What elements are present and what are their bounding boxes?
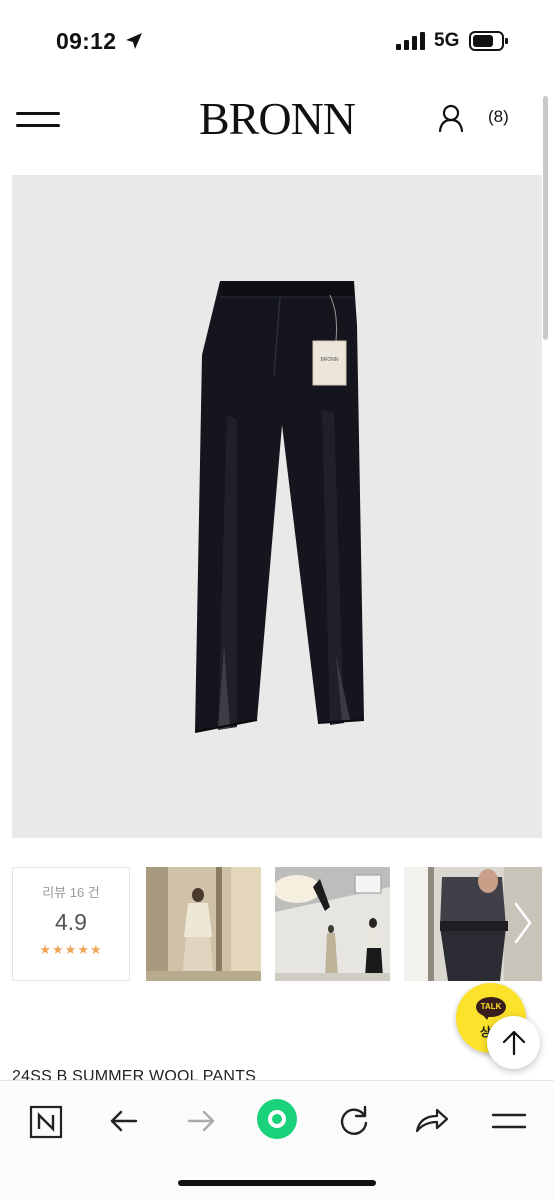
location-arrow-icon	[126, 33, 142, 49]
back-arrow-icon[interactable]	[104, 1101, 144, 1141]
product-main-image[interactable]: BRONN	[12, 175, 542, 838]
home-indicator[interactable]	[178, 1180, 376, 1186]
page-scrollbar[interactable]	[543, 96, 548, 340]
price-tag-label: BRONN	[320, 357, 338, 363]
arrow-up-icon	[502, 1030, 526, 1056]
chevron-right-icon[interactable]	[510, 900, 536, 946]
talk-bubble-tail	[482, 1014, 490, 1020]
thumbnail-image[interactable]	[275, 867, 390, 981]
thumbnail-image[interactable]	[146, 867, 261, 981]
cart-count[interactable]: (8)	[488, 107, 509, 127]
green-dot-icon[interactable]	[255, 1097, 299, 1141]
share-icon[interactable]	[411, 1101, 451, 1141]
talk-bubble-icon: TALK	[476, 997, 506, 1017]
review-count: 리뷰 16 건	[42, 885, 100, 900]
naver-home-icon[interactable]	[26, 1101, 66, 1141]
menu-icon[interactable]	[489, 1101, 529, 1141]
clock: 09:12	[56, 28, 117, 54]
brand-logo[interactable]: BRONN	[0, 92, 554, 145]
site-header: BRONN (8)	[0, 84, 554, 164]
network-type: 5G	[434, 30, 460, 51]
rating-stars: ★★★★★	[39, 942, 103, 957]
forward-arrow-icon[interactable]	[181, 1101, 221, 1141]
user-account-icon[interactable]	[438, 104, 464, 132]
signal-icon	[396, 32, 425, 50]
status-bar: 09:12 5G	[0, 0, 554, 84]
refresh-icon[interactable]	[334, 1101, 374, 1141]
scroll-to-top-button[interactable]	[487, 1016, 540, 1069]
battery-icon	[469, 31, 508, 51]
review-score: 4.9	[55, 909, 87, 935]
review-summary-card[interactable]: 리뷰 16 건 4.9 ★★★★★	[12, 867, 130, 981]
